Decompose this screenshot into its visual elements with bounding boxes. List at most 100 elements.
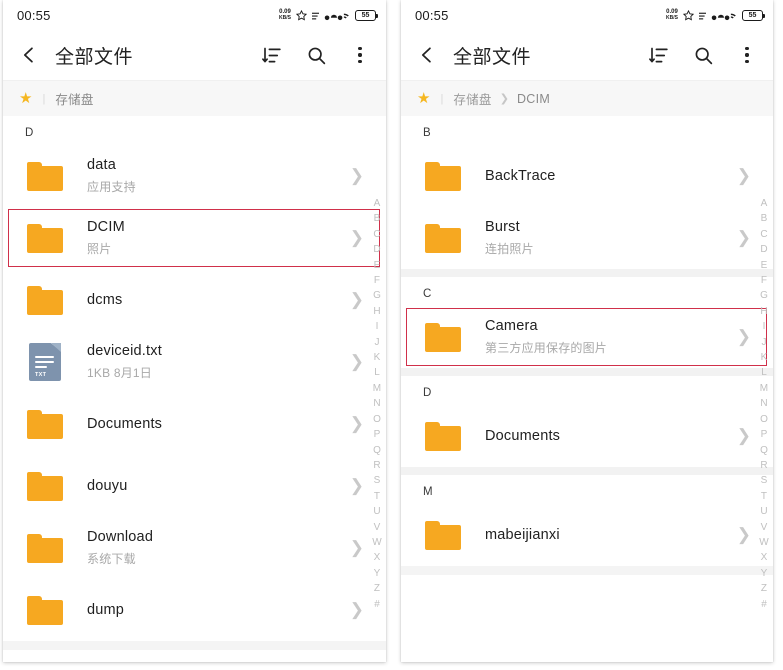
folder-icon	[27, 471, 63, 501]
alphabet-index-letter[interactable]: #	[761, 597, 767, 612]
alphabet-index-letter[interactable]: K	[374, 350, 381, 365]
alphabet-index-letter[interactable]: R	[373, 458, 381, 473]
alphabet-index-letter[interactable]: D	[760, 242, 768, 257]
more-vertical-icon[interactable]	[348, 43, 372, 67]
alphabet-index-letter[interactable]: T	[374, 489, 380, 504]
alphabet-index-letter[interactable]: S	[761, 473, 768, 488]
file-list-item[interactable]: douyu ❯	[3, 455, 386, 517]
file-item-text: dcms	[87, 292, 344, 308]
alphabet-index-letter[interactable]: P	[374, 427, 381, 442]
alphabet-index-letter[interactable]: L	[374, 365, 380, 380]
chevron-right-icon: ❯	[349, 414, 364, 434]
star-icon[interactable]: ★	[417, 91, 430, 106]
battery-percent: 55	[748, 11, 757, 19]
file-list-item[interactable]: Camera 第三方应用保存的图片 ❯	[401, 306, 773, 368]
star-icon[interactable]: ★	[19, 91, 32, 106]
file-item-name: Camera	[485, 318, 538, 334]
alphabet-index-letter[interactable]: F	[761, 273, 767, 288]
chevron-right-icon: ❯	[736, 525, 751, 545]
alphabet-index-letter[interactable]: A	[761, 196, 768, 211]
file-list-item[interactable]: Documents ❯	[401, 405, 773, 467]
file-list-item[interactable]: TXT deviceid.txt 1KB 8月1日 ❯	[3, 331, 386, 393]
alphabet-index-letter[interactable]: N	[373, 396, 381, 411]
breadcrumb-item-dcim[interactable]: DCIM	[517, 92, 550, 106]
file-list-left[interactable]: Ddata 应用支持 ❯ DCIM 照片 ❯ dcms ❯ TXT deviceid.txt 1KB…	[3, 116, 386, 650]
alphabet-index-letter[interactable]: #	[374, 597, 380, 612]
alphabet-index-letter[interactable]: U	[760, 504, 768, 519]
alphabet-index-letter[interactable]: M	[373, 381, 382, 396]
breadcrumb-item-storage[interactable]: 存储盘	[55, 89, 93, 108]
alphabet-index-letter[interactable]: E	[374, 258, 381, 273]
alphabet-index-letter[interactable]: T	[761, 489, 767, 504]
file-manager-panel-right: 00:55 0.09 KB/S 55 全部文件 ★ | 存储盘 ❯ DCIM B…	[401, 0, 773, 662]
alphabet-index-letter[interactable]: Q	[760, 443, 768, 458]
alphabet-index-left[interactable]: A B C D E F G H I J K L M N O P Q R S T U V W X Y Z #	[372, 196, 382, 612]
alphabet-index-letter[interactable]: G	[373, 288, 381, 303]
file-list-item[interactable]: dcms ❯	[3, 269, 386, 331]
search-icon[interactable]	[304, 43, 328, 67]
alphabet-index-letter[interactable]: I	[763, 319, 766, 334]
alphabet-index-letter[interactable]: O	[760, 412, 768, 427]
alphabet-index-letter[interactable]: C	[760, 227, 768, 242]
alphabet-index-letter[interactable]: Y	[374, 566, 381, 581]
status-bar-left: 00:55 0.09 KB/S 55	[3, 0, 386, 30]
alphabet-index-letter[interactable]: V	[374, 520, 381, 535]
chevron-right-icon: ❯	[349, 352, 364, 372]
alphabet-index-letter[interactable]: N	[760, 396, 768, 411]
alphabet-index-letter[interactable]: Q	[373, 443, 381, 458]
file-list-item[interactable]: Download 系统下载 ❯	[3, 517, 386, 579]
alphabet-index-letter[interactable]: P	[761, 427, 768, 442]
alphabet-index-letter[interactable]: X	[374, 550, 381, 565]
file-section: Mmabeijianxi ❯	[401, 475, 773, 566]
alphabet-index-letter[interactable]: I	[376, 319, 379, 334]
file-list-item[interactable]: data 应用支持 ❯	[3, 145, 386, 207]
alphabet-index-letter[interactable]: S	[374, 473, 381, 488]
alphabet-index-letter[interactable]: C	[373, 227, 381, 242]
alphabet-index-letter[interactable]: X	[761, 550, 768, 565]
alphabet-index-letter[interactable]: F	[374, 273, 380, 288]
alphabet-index-letter[interactable]: K	[761, 350, 768, 365]
alphabet-index-letter[interactable]: G	[760, 288, 768, 303]
alphabet-index-letter[interactable]: Z	[374, 581, 380, 596]
chevron-left-icon[interactable]	[417, 42, 443, 68]
file-list-item[interactable]: BackTrace ❯	[401, 145, 773, 207]
chevron-left-icon[interactable]	[19, 42, 45, 68]
file-list-item[interactable]: Documents ❯	[3, 393, 386, 455]
battery-percent: 55	[361, 11, 370, 19]
file-item-text: data 应用支持	[87, 157, 344, 195]
alphabet-index-letter[interactable]: E	[761, 258, 768, 273]
file-list-right[interactable]: B BackTrace ❯ Burst 连拍照片 ❯ C Camera 第三方应用保存的图片 ❯ D…	[401, 116, 773, 575]
alphabet-index-letter[interactable]: A	[374, 196, 381, 211]
folder-icon	[27, 285, 63, 315]
file-list-item[interactable]: Burst 连拍照片 ❯	[401, 207, 773, 269]
alphabet-index-letter[interactable]: U	[373, 504, 381, 519]
alphabet-index-right[interactable]: A B C D E F G H I J K L M N O P Q R S T U V W X Y Z #	[759, 196, 769, 612]
alphabet-index-letter[interactable]: M	[760, 381, 769, 396]
alphabet-index-letter[interactable]: D	[373, 242, 381, 257]
sort-icon[interactable]	[260, 43, 284, 67]
alphabet-index-letter[interactable]: W	[372, 535, 382, 550]
file-list-item[interactable]: DCIM 照片 ❯	[3, 207, 386, 269]
more-vertical-icon[interactable]	[735, 43, 759, 67]
alphabet-index-letter[interactable]: B	[761, 211, 768, 226]
alphabet-index-letter[interactable]: W	[759, 535, 769, 550]
alphabet-index-letter[interactable]: J	[374, 335, 379, 350]
chevron-right-icon: ❯	[349, 228, 364, 248]
alphabet-index-letter[interactable]: J	[761, 335, 766, 350]
file-list-item[interactable]: dump ❯	[3, 579, 386, 641]
alphabet-index-letter[interactable]: B	[374, 211, 381, 226]
alphabet-index-letter[interactable]: O	[373, 412, 381, 427]
alphabet-index-letter[interactable]: Z	[761, 581, 767, 596]
alphabet-index-letter[interactable]: L	[761, 365, 767, 380]
file-list-item[interactable]: mabeijianxi ❯	[401, 504, 773, 566]
status-icons: 0.09 KB/S 55	[279, 9, 378, 21]
breadcrumb-item-storage[interactable]: 存储盘	[453, 89, 491, 108]
search-icon[interactable]	[691, 43, 715, 67]
sort-icon[interactable]	[647, 43, 671, 67]
alphabet-index-letter[interactable]: R	[760, 458, 768, 473]
alphabet-index-letter[interactable]: Y	[761, 566, 768, 581]
alphabet-index-letter[interactable]: H	[373, 304, 381, 319]
alphabet-index-letter[interactable]: H	[760, 304, 768, 319]
file-item-text: Documents	[87, 416, 344, 432]
alphabet-index-letter[interactable]: V	[761, 520, 768, 535]
